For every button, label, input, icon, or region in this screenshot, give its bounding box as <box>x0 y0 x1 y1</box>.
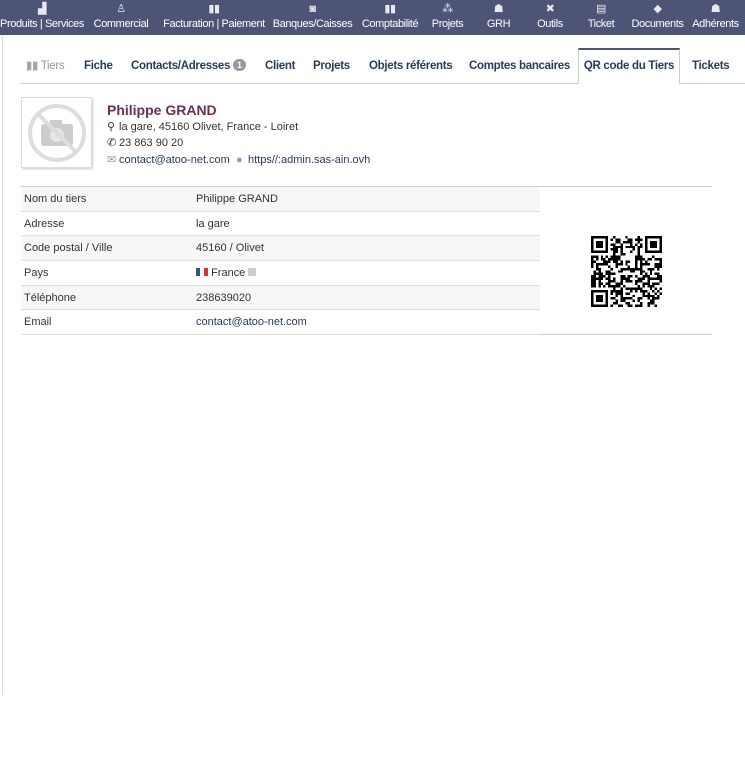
thirdparty-details-table: Nom du tiers Philippe GRAND Adresse la gar… <box>21 186 540 336</box>
table-row: Adresse la gare <box>21 211 540 237</box>
field-label: Nom du tiers <box>21 186 193 212</box>
thirdparty-card: Philippe GRAND ⚲ la gare, 45160 Olivet, F… <box>107 102 370 168</box>
field-label: Code postal / Ville <box>21 235 193 262</box>
tab-contacts[interactable]: Contacts/Adresses 1 <box>131 48 247 84</box>
table-row: Pays France <box>21 260 540 286</box>
email-link[interactable]: contact@atoo-net.com <box>196 316 307 328</box>
menu-label: Adhérents <box>692 18 739 30</box>
tab-fiche[interactable]: Fiche <box>84 48 113 84</box>
tab-label: Tiers <box>40 60 65 72</box>
info-icon <box>248 267 257 276</box>
field-value: 45160 / Olivet <box>193 235 540 262</box>
tools-icon: ✖ <box>545 3 555 15</box>
menu-label: Outils <box>537 18 563 30</box>
boxes-icon: ▟ <box>37 3 47 15</box>
menu-projets[interactable]: ⁂ Projets <box>425 0 470 35</box>
sitemap-icon: ⁂ <box>442 3 453 15</box>
menu-produits-services[interactable]: ▟ Produits | Services <box>0 0 84 35</box>
menu-adherents[interactable]: ☗ Adhérents <box>686 0 745 35</box>
table-row: Nom du tiers Philippe GRAND <box>21 186 540 212</box>
phone-icon: ✆ <box>107 137 117 149</box>
left-border <box>2 35 3 695</box>
menu-label: Facturation | Paiement <box>163 18 265 30</box>
menu-label: Comptabilité <box>361 18 419 30</box>
tab-comptes-bancaires[interactable]: Comptes bancaires <box>469 48 570 84</box>
ticket-icon: ▤ <box>596 3 606 15</box>
field-label: Téléphone <box>21 285 193 311</box>
tab-tickets[interactable]: Tickets <box>692 48 730 84</box>
tie-icon: ♙ <box>116 3 126 15</box>
menu-comptabilite[interactable]: ▮▮ Comptabilité <box>355 0 425 35</box>
bills-icon: ▮▮ <box>208 3 220 15</box>
field-value: Philippe GRAND <box>193 186 540 212</box>
field-label: Email <box>21 309 193 336</box>
menu-label: Banques/Caisses <box>272 18 353 30</box>
menu-label: Documents <box>631 18 684 30</box>
address: la gare, 45160 Olivet, France - Loiret <box>119 120 299 133</box>
map-marker-icon: ⚲ <box>107 120 116 133</box>
menu-label: GRH <box>486 18 511 30</box>
field-label: Adresse <box>21 211 193 237</box>
email-link[interactable]: contact@atoo-net.com <box>119 154 230 166</box>
field-value: France <box>193 260 540 286</box>
table-row: Téléphone 238639020 <box>21 285 540 311</box>
table-row: Email contact@atoo-net.com <box>21 309 540 336</box>
france-flag-icon <box>196 267 208 276</box>
camera-icon <box>27 103 86 162</box>
phone: 23 863 90 20 <box>119 137 184 149</box>
country-name: France <box>211 266 246 279</box>
field-value: 238639020 <box>193 285 540 311</box>
contacts-count-badge: 1 <box>233 59 247 71</box>
building-icon: ▮▮ <box>26 60 39 72</box>
tab-projets[interactable]: Projets <box>313 48 350 84</box>
field-label: Pays <box>21 260 193 286</box>
menu-label: Ticket <box>587 18 615 30</box>
tab-qr-code[interactable]: QR code du Tiers <box>578 48 680 84</box>
thirdparty-name: Philippe GRAND <box>107 102 217 118</box>
menu-label: Commercial <box>93 18 149 30</box>
qr-code-panel <box>540 186 712 335</box>
menu-ticket[interactable]: ▤ Ticket <box>573 0 629 35</box>
table-row: Code postal / Ville 45160 / Olivet <box>21 235 540 262</box>
menu-grh[interactable]: ☗ GRH <box>470 0 527 35</box>
safe-icon: ◙ <box>309 3 316 15</box>
menu-facturation[interactable]: ▮▮ Facturation | Paiement <box>158 0 270 35</box>
menu-commercial[interactable]: ♙ Commercial <box>84 0 158 35</box>
tab-label: Contacts/Adresses <box>131 60 231 72</box>
globe-icon: ● <box>235 153 243 166</box>
hr-icon: ☗ <box>493 3 504 15</box>
no-photo-placeholder <box>21 97 92 168</box>
menu-documents[interactable]: ◆ Documents <box>629 0 686 35</box>
menu-label: Projets <box>431 18 464 30</box>
website-link[interactable]: https//:admin.sas-ain.ovh <box>248 154 370 166</box>
field-value: la gare <box>193 211 540 237</box>
ledger-icon: ▮▮ <box>384 3 396 15</box>
top-menu: ▟ Produits | Services ♙ Commercial ▮▮ Factu… <box>0 0 745 35</box>
tabs-bar: ▮▮ Tiers Fiche Contacts/Adresses 1 Clien… <box>20 48 745 84</box>
tab-objets-referents[interactable]: Objets référents <box>369 48 453 84</box>
menu-outils[interactable]: ✖ Outils <box>527 0 573 35</box>
qr-code-image <box>591 236 662 307</box>
members-icon: ☗ <box>710 3 721 15</box>
field-value: contact@atoo-net.com <box>193 309 540 336</box>
tab-client[interactable]: Client <box>265 48 295 84</box>
menu-label: Produits | Services <box>0 18 84 30</box>
documents-icon: ◆ <box>653 3 662 15</box>
email-icon: ✉ <box>107 153 117 166</box>
tab-tiers[interactable]: ▮▮ Tiers <box>26 48 65 84</box>
menu-banques[interactable]: ◙ Banques/Caisses <box>270 0 355 35</box>
